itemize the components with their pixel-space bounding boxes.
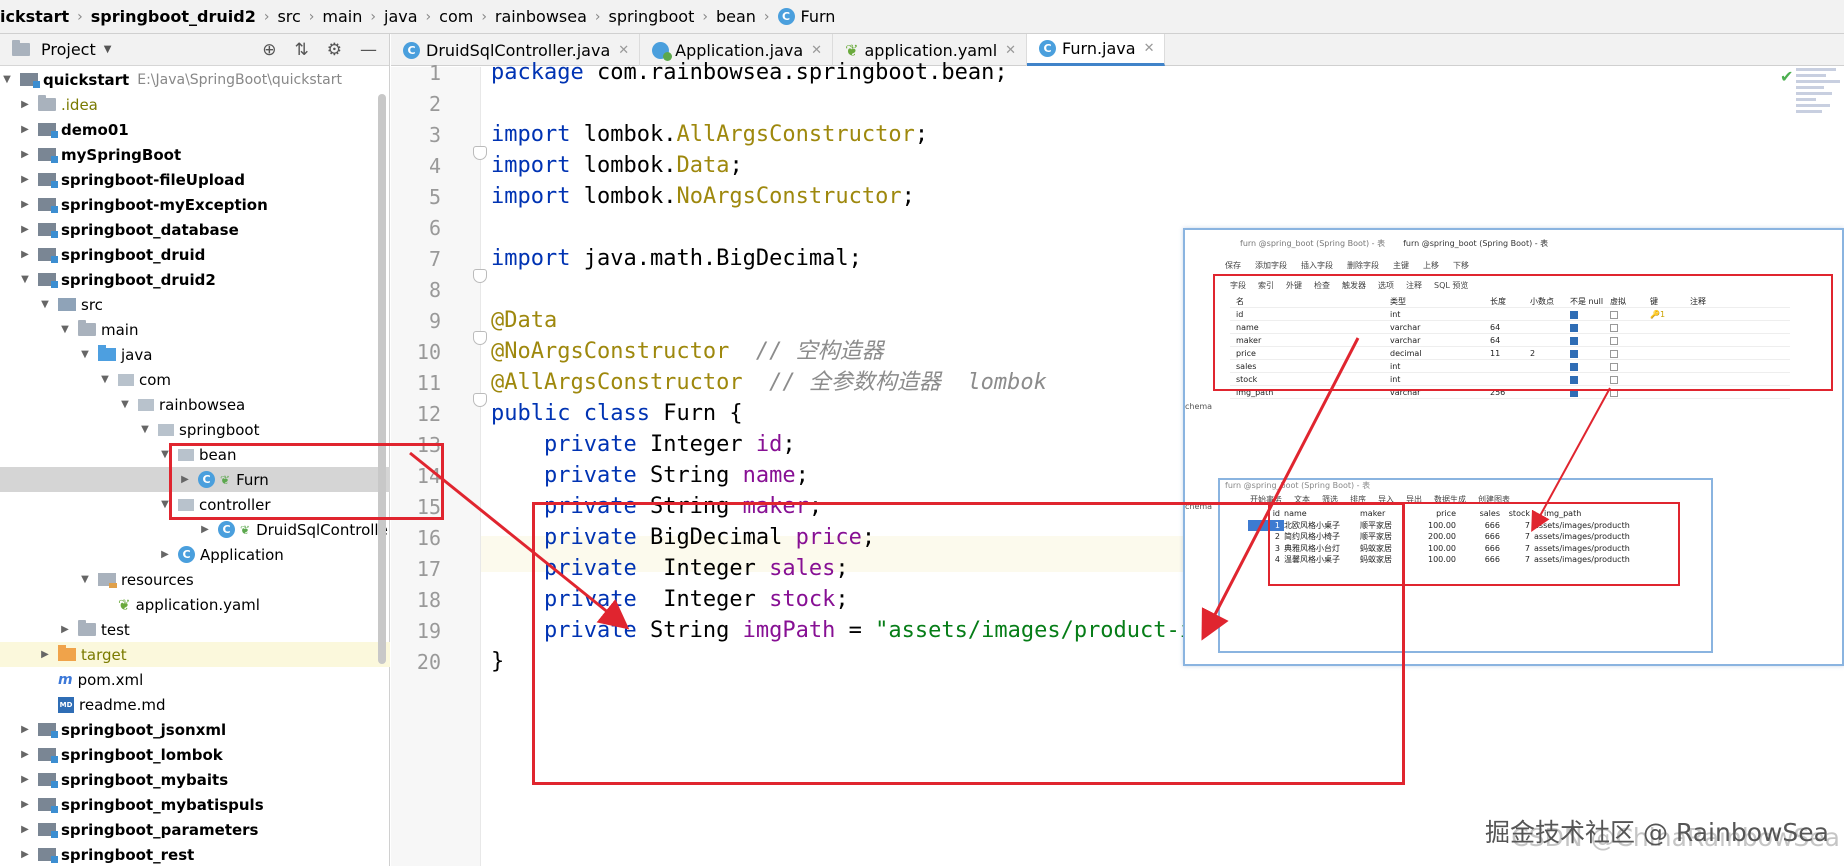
arrow-table-to-code [1201, 337, 1360, 641]
arrow-bean-to-fields [409, 451, 630, 630]
annotation-arrows [409, 337, 1611, 641]
watermark-juejin: 掘金技术社区 @ RainbowSea [1485, 818, 1830, 847]
arrow-table-to-data [1531, 387, 1611, 533]
